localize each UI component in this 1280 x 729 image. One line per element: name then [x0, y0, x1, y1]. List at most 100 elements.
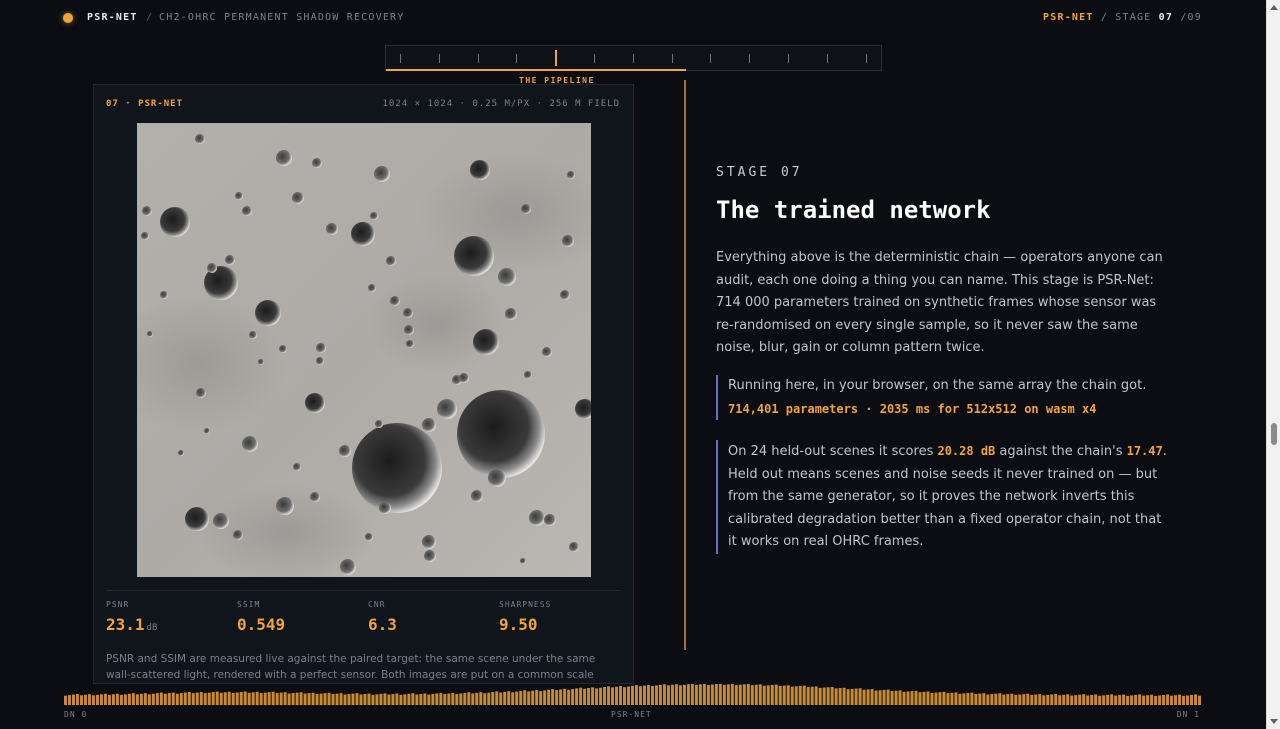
histogram-bar [910, 691, 914, 705]
pipeline-tick[interactable] [749, 54, 751, 63]
brand-separator: / [146, 12, 153, 23]
histogram-bar [587, 688, 591, 705]
histogram-bar [143, 693, 147, 705]
histogram-bar [1066, 694, 1070, 705]
histogram-bar [151, 693, 155, 705]
histogram-bar [167, 693, 171, 705]
pipeline-tick[interactable] [826, 54, 828, 63]
histogram-bar [1098, 695, 1102, 705]
pipeline-tick[interactable] [632, 54, 634, 63]
pipeline-tick[interactable] [477, 54, 479, 63]
histogram-bar [159, 692, 163, 705]
brand-name[interactable]: PSR-NET [87, 12, 138, 23]
histogram-bar [1178, 694, 1182, 705]
histogram-bar [934, 692, 938, 705]
histogram-bar [670, 684, 674, 705]
histogram-bar [1002, 694, 1006, 705]
histogram-bar [519, 690, 523, 705]
histogram-bar [930, 692, 934, 705]
histogram-bar [1018, 694, 1022, 705]
histogram-bar [103, 693, 107, 705]
histogram-bar [535, 690, 539, 705]
histogram-bar [615, 686, 619, 705]
histogram-bar [1142, 695, 1146, 705]
histogram-bar [662, 684, 666, 705]
histogram-bar [591, 687, 595, 705]
scroll-down-arrow-icon[interactable] [1270, 719, 1278, 724]
histogram-bar [1174, 695, 1178, 705]
score-callout: On 24 held-out scenes it scores 20.28 dB… [716, 440, 1171, 554]
histogram-bar [499, 692, 503, 705]
pipeline-tick[interactable] [865, 54, 867, 63]
stage-indicator-total: /09 [1180, 12, 1202, 23]
histogram-bar [471, 693, 475, 705]
histogram-bar [387, 694, 391, 705]
histogram-bar [123, 694, 127, 705]
histogram-bar [642, 685, 646, 705]
stage-lede: Everything above is the deterministic ch… [716, 250, 1163, 355]
histogram-bar [798, 685, 802, 705]
histogram-bar [255, 691, 259, 705]
histogram-bar [1138, 694, 1142, 705]
histogram-bar [611, 687, 615, 705]
histogram-bar [638, 686, 642, 705]
dn-histogram [64, 684, 1201, 705]
scroll-thumb[interactable] [1271, 423, 1277, 445]
histogram-bar [1106, 694, 1110, 705]
pipeline-tick[interactable] [594, 54, 595, 63]
pipeline-tick[interactable] [788, 54, 789, 63]
histogram-bar [978, 693, 982, 705]
histogram-bar [1058, 695, 1062, 705]
histogram-bar [786, 685, 790, 705]
histogram-bar [738, 684, 742, 705]
pipeline-tick[interactable] [516, 54, 518, 63]
histogram-bar [527, 691, 531, 705]
histogram-bar [311, 692, 315, 705]
histogram-bar [287, 693, 291, 705]
histogram-bar [774, 684, 778, 705]
histogram-bar [734, 685, 738, 705]
pipeline-tick[interactable] [400, 54, 401, 63]
pipeline-tick[interactable] [671, 54, 673, 63]
scroll-up-arrow-icon[interactable] [1270, 5, 1278, 10]
histogram-bar [195, 692, 199, 705]
histogram-bar [191, 693, 195, 705]
histogram-bar [459, 693, 463, 705]
pipeline-ruler[interactable] [385, 45, 882, 71]
page-scrollbar[interactable] [1266, 0, 1280, 729]
histogram-left-label: DN 0 [64, 710, 88, 719]
histogram-bar [575, 688, 579, 705]
histogram-bar [1130, 695, 1134, 705]
histogram-bar [714, 684, 718, 705]
histogram-bar [207, 692, 211, 705]
histogram-bar [1134, 694, 1138, 705]
histogram-bar [854, 688, 858, 705]
histogram-bar [323, 693, 327, 705]
histogram-bar [491, 692, 495, 705]
histogram-bar [778, 685, 782, 705]
pipeline-tick[interactable] [710, 54, 712, 63]
histogram-bar [1110, 694, 1114, 705]
histogram-bar [918, 692, 922, 705]
histogram-bar [439, 692, 443, 705]
histogram-bar [263, 692, 267, 705]
histogram-bar [906, 691, 910, 705]
histogram-bar [91, 695, 95, 705]
histogram-bar [902, 691, 906, 705]
histogram-bar [175, 693, 179, 705]
histogram-bar [1038, 694, 1042, 705]
histogram-bar [443, 694, 447, 705]
pipeline-tick[interactable] [438, 54, 440, 63]
histogram-bar [227, 691, 231, 705]
histogram-bar [579, 687, 583, 705]
histogram-bar [842, 687, 846, 705]
histogram-bar [107, 694, 111, 705]
histogram-bar [674, 684, 678, 705]
histogram-center-label: PSR-NET [611, 710, 652, 719]
histogram-bar [479, 692, 483, 705]
pipeline-tick-active[interactable] [555, 50, 558, 66]
histogram-bar [766, 685, 770, 705]
histogram-bar [1146, 695, 1150, 705]
metric-psnr-label: PSNR [106, 600, 130, 609]
histogram-bar [666, 685, 670, 705]
